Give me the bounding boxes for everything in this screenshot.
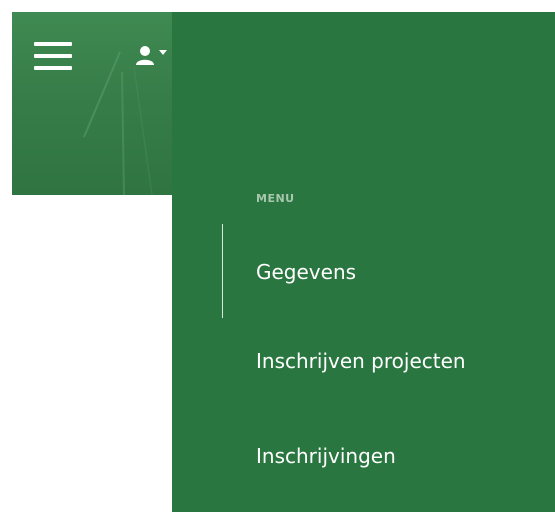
user-menu-button[interactable] — [136, 44, 172, 72]
caret-down-icon — [159, 50, 167, 55]
menu-item-gegevens[interactable]: Gegevens — [256, 260, 356, 284]
side-menu-panel: MENU Gegevens Inschrijven projecten Insc… — [172, 12, 555, 512]
menu-item-inschrijvingen[interactable]: Inschrijvingen — [256, 444, 396, 468]
page: MENU Gegevens Inschrijven projecten Insc… — [0, 0, 555, 512]
menu-item-inschrijven-projecten[interactable]: Inschrijven projecten — [256, 349, 466, 373]
user-icon — [136, 46, 154, 65]
menu-heading: MENU — [256, 192, 295, 205]
wind-turbine-background-image — [83, 51, 153, 195]
header-banner — [12, 12, 172, 195]
hamburger-icon[interactable] — [34, 42, 72, 72]
active-item-indicator — [222, 224, 223, 318]
